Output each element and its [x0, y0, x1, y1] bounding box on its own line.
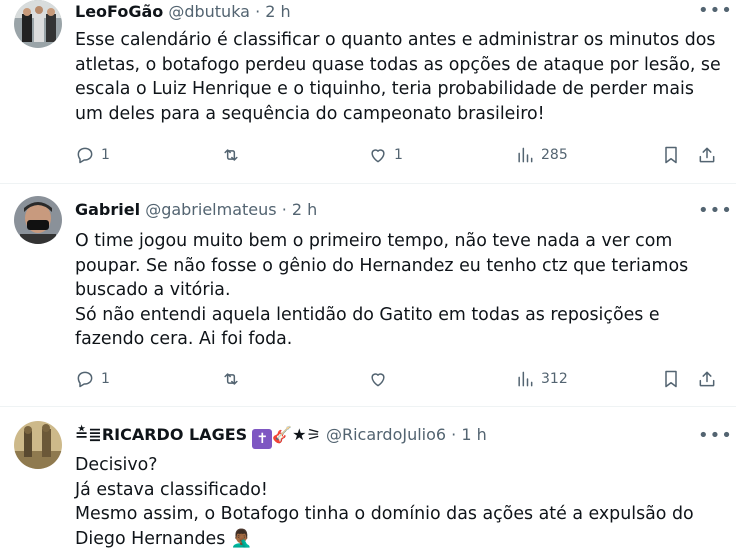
- reply-icon: [77, 371, 93, 388]
- share-button[interactable]: [697, 143, 717, 167]
- share-icon: [699, 371, 715, 387]
- tweet[interactable]: ≛≣RICARDO LAGES ✝ 🎸★⚞ @RicardoJulio6 · 1 …: [0, 407, 736, 555]
- heart-icon: [371, 373, 385, 387]
- more-icon[interactable]: •••: [698, 427, 732, 449]
- author-handle[interactable]: @gabrielmateus: [145, 200, 276, 219]
- heart-icon: [371, 149, 385, 163]
- like-button[interactable]: [368, 367, 388, 391]
- share-icon: [699, 147, 715, 163]
- retweet-icon: [224, 373, 238, 385]
- author-name-emoji: 🎸★⚞: [272, 425, 321, 444]
- reply-count: 1: [101, 147, 110, 163]
- retweet-button[interactable]: [221, 143, 241, 167]
- views-button[interactable]: 312: [515, 367, 568, 391]
- views-button[interactable]: 285: [515, 143, 568, 167]
- timestamp[interactable]: · 1 h: [451, 425, 487, 444]
- bookmark-button[interactable]: [661, 143, 681, 167]
- timestamp[interactable]: · 2 h: [255, 2, 291, 21]
- retweet-button[interactable]: [221, 367, 241, 391]
- view-count: 312: [541, 371, 568, 387]
- reply-button[interactable]: 1: [75, 143, 110, 167]
- author-name[interactable]: Gabriel: [75, 200, 140, 219]
- timestamp[interactable]: · 2 h: [282, 200, 318, 219]
- reply-button[interactable]: 1: [75, 367, 110, 391]
- like-count: 1: [394, 147, 403, 163]
- more-icon[interactable]: •••: [698, 202, 732, 224]
- retweet-icon: [224, 149, 238, 161]
- tweet-line: Mesmo assim, o Botafogo tinha o domínio …: [75, 504, 694, 524]
- bookmark-button[interactable]: [661, 367, 681, 391]
- bookmark-icon: [665, 146, 677, 164]
- like-button[interactable]: 1: [368, 143, 403, 167]
- bookmark-icon: [665, 370, 677, 388]
- tweet-line: Decisivo?: [75, 455, 158, 475]
- tweet-text: Esse calendário é classificar o quanto a…: [75, 30, 721, 124]
- views-icon: [518, 371, 533, 387]
- author-name[interactable]: LeoFoGão: [75, 2, 163, 21]
- avatar[interactable]: [14, 196, 62, 244]
- tweet[interactable]: LeoFoGão @dbutuka · 2 h ••• Esse calendá…: [0, 0, 736, 184]
- tweet[interactable]: Gabriel @gabrielmateus · 2 h ••• O time …: [0, 184, 736, 407]
- views-icon: [518, 147, 533, 163]
- author-handle[interactable]: @dbutuka: [168, 2, 250, 21]
- author-handle[interactable]: @RicardoJulio6: [326, 425, 446, 444]
- tweet-text: O time jogou muito bem o primeiro tempo,…: [75, 231, 689, 349]
- view-count: 285: [541, 147, 568, 163]
- avatar[interactable]: [14, 0, 62, 48]
- author-name[interactable]: ≛≣RICARDO LAGES: [75, 425, 247, 444]
- tweet-line: Já estava classificado!: [75, 479, 268, 500]
- more-icon[interactable]: •••: [698, 2, 732, 24]
- tweet-line: Diego Hernandes 🤦🏾‍♂️: [75, 528, 253, 549]
- reply-count: 1: [101, 371, 110, 387]
- share-button[interactable]: [697, 367, 717, 391]
- reply-icon: [77, 147, 93, 164]
- avatar[interactable]: [14, 421, 62, 469]
- cross-badge: ✝: [252, 429, 273, 449]
